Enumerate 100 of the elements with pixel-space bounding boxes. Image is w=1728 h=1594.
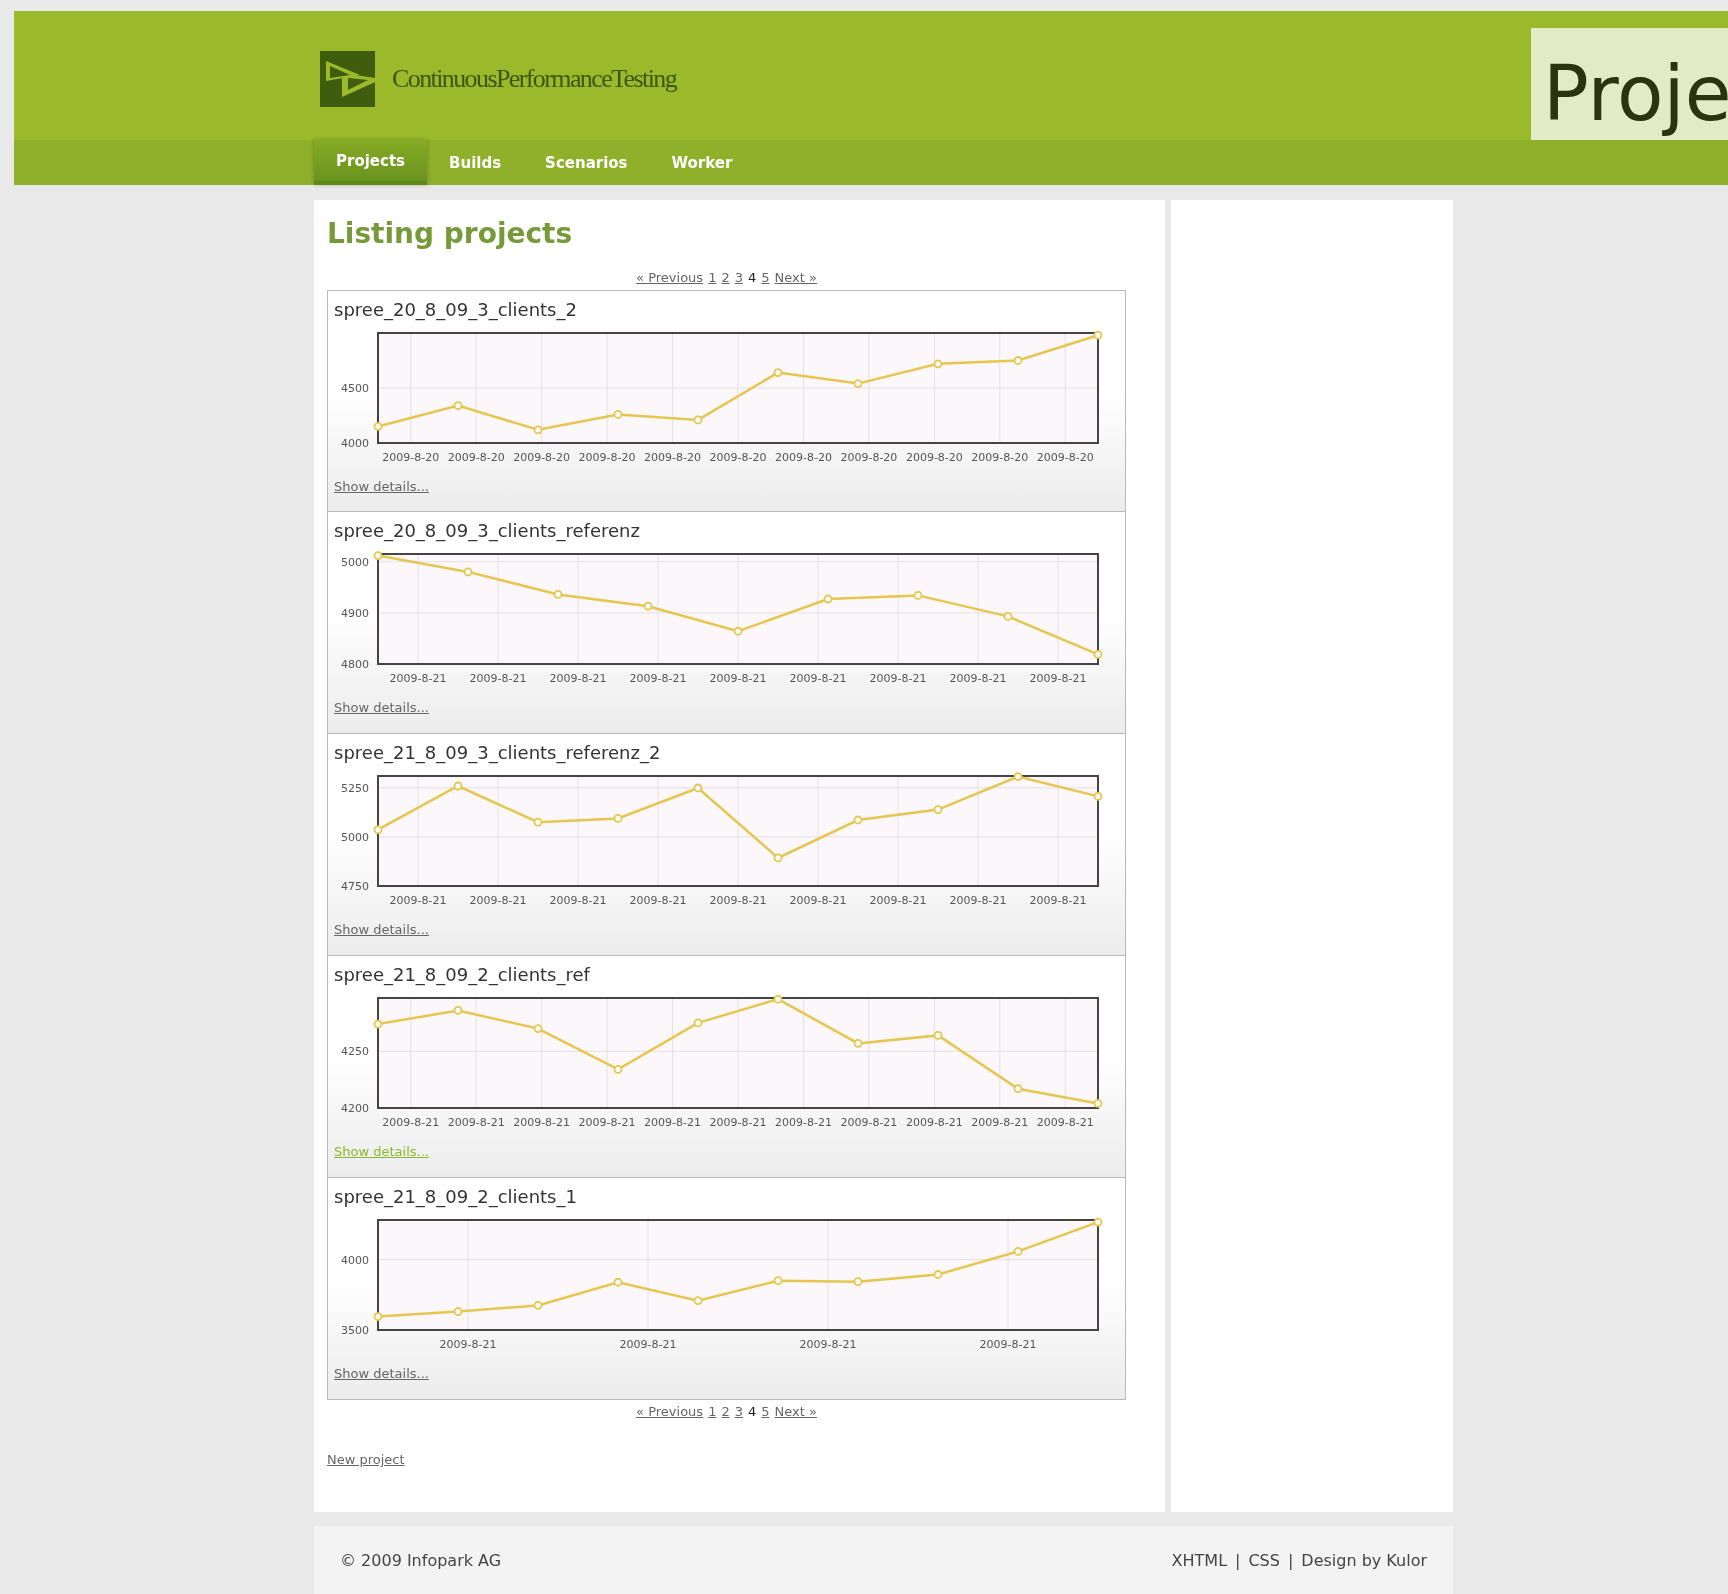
data-point <box>533 425 543 435</box>
page-link[interactable]: 2 <box>721 1403 730 1419</box>
project-name: spree_21_8_09_2_clients_1 <box>334 1185 578 1210</box>
next-link[interactable]: Next » <box>774 1403 817 1419</box>
axis-label: 2009-8-21 <box>971 1116 1029 1129</box>
axis-label: 2009-8-20 <box>905 451 963 464</box>
data-point <box>1013 356 1023 365</box>
page-link[interactable]: 5 <box>761 1403 770 1419</box>
page-link[interactable]: 3 <box>734 269 743 285</box>
show-details-link[interactable]: Show details... <box>334 922 429 937</box>
new-project-link[interactable]: New project <box>327 1452 405 1467</box>
data-point <box>1003 612 1013 621</box>
show-details-link[interactable]: Show details... <box>334 479 429 494</box>
page-heading: Listing projects <box>327 216 574 252</box>
data-point <box>613 410 623 419</box>
show-details-link[interactable]: Show details... <box>334 1366 429 1381</box>
footer-link[interactable]: XHTML <box>1171 1550 1228 1570</box>
previous-link[interactable]: « Previous <box>636 269 704 285</box>
axis-label: 4500 <box>341 382 369 395</box>
axis-label: 2009-8-20 <box>1036 451 1094 464</box>
current-page: 4 <box>747 269 757 285</box>
page-link[interactable]: 1 <box>708 1403 717 1419</box>
data-point <box>453 401 463 410</box>
separator: | <box>1235 1550 1241 1570</box>
data-point <box>773 1276 783 1286</box>
separator: | <box>1287 1550 1294 1570</box>
data-point <box>693 415 703 425</box>
data-point <box>533 1024 543 1033</box>
axis-label: 2009-8-21 <box>949 894 1007 907</box>
data-point <box>1013 1247 1023 1256</box>
axis-label: 4900 <box>341 606 369 620</box>
axis-label: 4000 <box>341 1253 369 1267</box>
axis-label: 2009-8-21 <box>775 1116 832 1129</box>
data-point <box>553 590 563 599</box>
data-point <box>733 626 743 636</box>
axis-label: 4800 <box>341 658 369 671</box>
axis-label: 5000 <box>341 555 369 569</box>
axis-label: 2009-8-21 <box>869 894 927 907</box>
axis-label: 2009-8-20 <box>382 451 440 464</box>
next-link[interactable]: Next » <box>774 269 817 285</box>
footer-link[interactable]: Design by Kulor <box>1301 1550 1427 1570</box>
axis-label: 2009-8-21 <box>578 1116 636 1129</box>
data-point <box>693 1018 703 1028</box>
data-point <box>853 815 863 825</box>
axis-label: 2009-8-20 <box>578 451 636 464</box>
axis-label: 2009-8-21 <box>905 1116 963 1129</box>
page-link[interactable]: 1 <box>708 269 717 285</box>
axis-label: 2009-8-21 <box>789 672 847 685</box>
axis-label: 2009-8-21 <box>799 1338 857 1351</box>
data-point <box>933 805 943 814</box>
show-details-link[interactable]: Show details... <box>334 700 429 715</box>
axis-label: 2009-8-21 <box>949 672 1007 685</box>
page-link[interactable]: 2 <box>721 269 730 285</box>
data-point <box>533 817 543 827</box>
data-point <box>643 601 653 611</box>
copyright-text: © 2009 Infopark AG <box>340 1550 502 1570</box>
axis-label: 2009-8-21 <box>629 894 687 907</box>
data-point <box>533 1300 543 1310</box>
axis-label: 4250 <box>341 1045 369 1059</box>
axis-label: 2009-8-21 <box>644 1116 701 1129</box>
data-point <box>913 591 923 600</box>
data-point <box>1013 1084 1023 1094</box>
axis-label: 2009-8-21 <box>447 1116 505 1129</box>
axis-label: 5000 <box>341 830 369 844</box>
data-point <box>853 1038 863 1048</box>
axis-label: 2009-8-20 <box>447 451 505 464</box>
data-point <box>613 814 623 823</box>
axis-label: 2009-8-21 <box>709 894 767 907</box>
axis-label: 2009-8-20 <box>513 451 571 464</box>
current-page: 4 <box>747 1403 757 1419</box>
project-name: spree_21_8_09_3_clients_referenz_2 <box>334 741 662 766</box>
nav-tab[interactable]: Projects <box>314 140 427 185</box>
project-name: spree_21_8_09_2_clients_ref <box>334 963 592 988</box>
axis-label: 5250 <box>341 781 369 795</box>
axis-label: 2009-8-21 <box>1029 894 1087 907</box>
data-point <box>453 1006 463 1015</box>
page-link[interactable]: 5 <box>761 269 770 285</box>
axis-label: 2009-8-21 <box>549 672 607 685</box>
footer-link[interactable]: CSS <box>1248 1550 1280 1570</box>
data-point <box>693 783 703 793</box>
axis-label: 4000 <box>341 437 369 450</box>
data-point <box>933 359 943 369</box>
data-point <box>463 567 473 577</box>
axis-label: 2009-8-21 <box>1036 1116 1094 1129</box>
axis-label: 4200 <box>341 1102 369 1115</box>
data-point <box>773 368 783 377</box>
data-point <box>933 1270 943 1279</box>
axis-label: 2009-8-21 <box>709 1116 767 1129</box>
data-point <box>823 594 833 604</box>
axis-label: 2009-8-20 <box>644 451 701 464</box>
axis-label: 2009-8-21 <box>513 1116 571 1129</box>
data-point <box>853 1277 863 1287</box>
axis-label: 2009-8-21 <box>389 894 447 907</box>
data-point <box>773 853 783 863</box>
axis-label: 2009-8-21 <box>382 1116 440 1129</box>
previous-link[interactable]: « Previous <box>636 1403 704 1419</box>
page-link[interactable]: 3 <box>734 1403 743 1419</box>
axis-label: 2009-8-21 <box>469 894 527 907</box>
axis-label: 2009-8-21 <box>869 672 927 685</box>
data-point <box>933 1031 943 1040</box>
